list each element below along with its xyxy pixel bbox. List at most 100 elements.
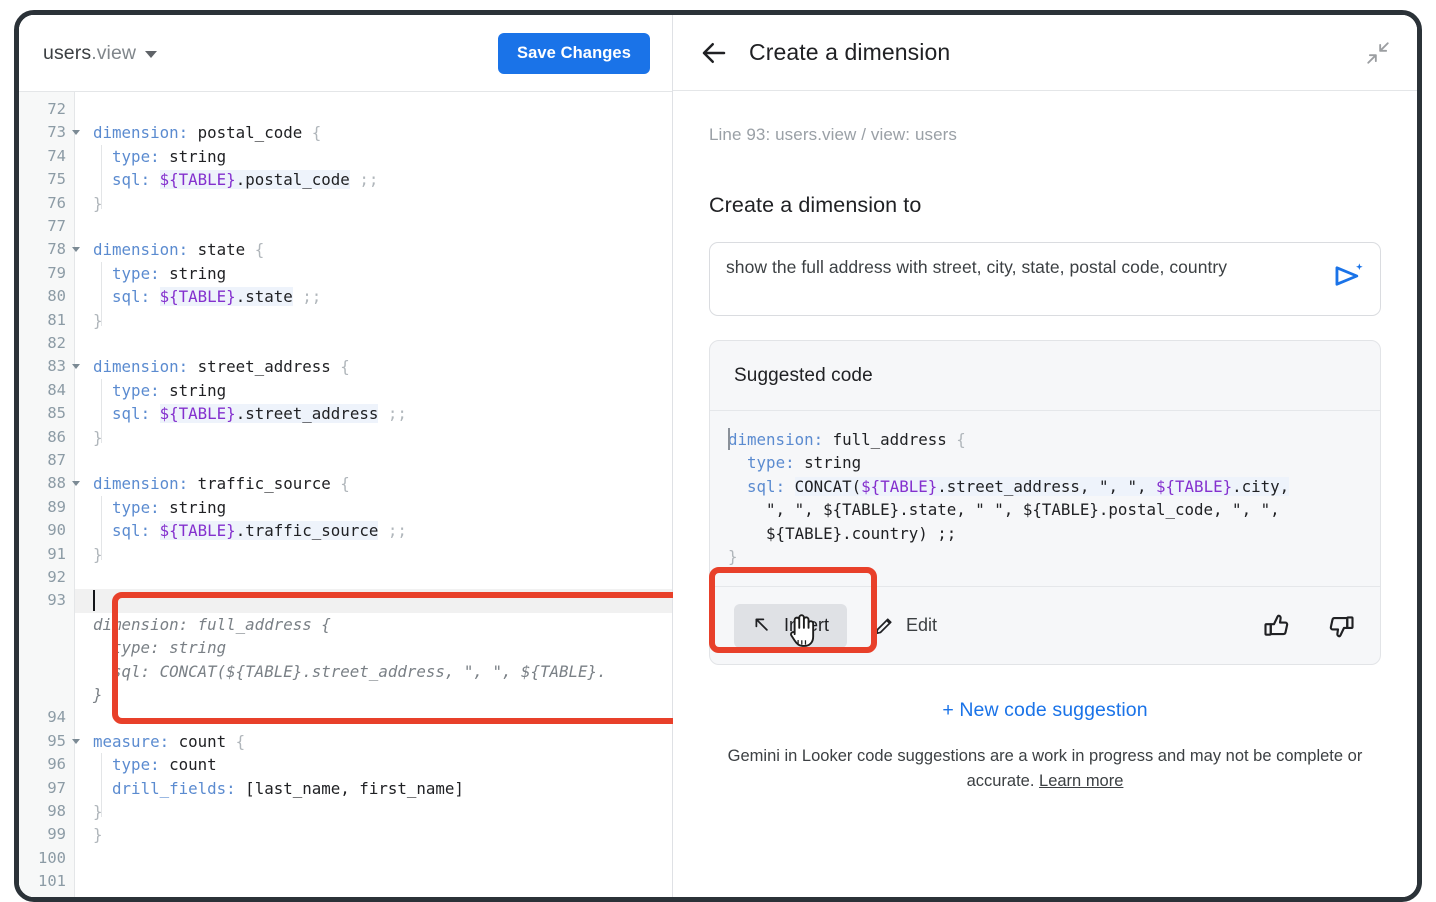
panel-body: Line 93: users.view / view: users Create…: [673, 91, 1417, 897]
indent-guide: [101, 262, 102, 326]
app-window-frame: users.view Save Changes 7273747576777879…: [14, 10, 1422, 902]
inline-ghost-suggestion-line: sql: CONCAT(${TABLE}.street_address, ", …: [93, 660, 607, 683]
suggested-code-header: Suggested code: [710, 341, 1380, 411]
line-number: 91: [47, 543, 66, 566]
suggestion-actions: Insert Edit: [710, 586, 1380, 664]
suggested-code-card: Suggested code dimension: full_address {…: [709, 340, 1381, 665]
code-line: measure: count {: [93, 730, 245, 753]
chevron-down-icon: [145, 51, 157, 58]
lookml-editor-pane: users.view Save Changes 7273747576777879…: [19, 15, 673, 897]
learn-more-link[interactable]: Learn more: [1039, 772, 1123, 790]
suggested-code-line: ${TABLE}.country) ;;: [728, 522, 1362, 545]
code-line: dimension: street_address {: [93, 355, 350, 378]
code-editor[interactable]: 7273747576777879808182838485868788899091…: [19, 91, 672, 897]
breadcrumb: Line 93: users.view / view: users: [709, 125, 1381, 145]
line-number: 90: [47, 519, 66, 542]
line-number: 89: [47, 496, 66, 519]
code-line: type: string: [93, 262, 226, 285]
insert-button-label: Insert: [784, 615, 829, 636]
code-area[interactable]: dimension: postal_code { type: string sq…: [75, 92, 672, 897]
code-line: type: string: [93, 379, 226, 402]
line-number: 95: [47, 730, 66, 753]
suggested-code-line: ", ", ${TABLE}.state, " ", ${TABLE}.post…: [728, 498, 1362, 521]
line-number: 99: [47, 823, 66, 846]
line-number: 88: [47, 472, 66, 495]
indent-guide: [101, 753, 102, 817]
line-number: 81: [47, 309, 66, 332]
new-code-suggestion-link[interactable]: + New code suggestion: [709, 699, 1381, 722]
suggested-code-line: sql: CONCAT(${TABLE}.street_address, ", …: [728, 475, 1362, 498]
line-number: 76: [47, 192, 66, 215]
indent-guide: [101, 145, 102, 209]
text-cursor: [93, 590, 95, 611]
panel-title: Create a dimension: [749, 39, 950, 66]
code-line: dimension: postal_code {: [93, 121, 321, 144]
line-number: 92: [47, 566, 66, 589]
inline-ghost-suggestion-line: type: string: [93, 636, 226, 659]
line-number: 79: [47, 262, 66, 285]
feedback-controls: [1262, 611, 1356, 641]
line-number-gutter: 7273747576777879808182838485868788899091…: [19, 92, 75, 897]
suggested-code-line: type: string: [728, 451, 1362, 474]
file-name: users.view: [43, 42, 136, 65]
file-selector[interactable]: users.view: [43, 42, 157, 65]
section-title: Create a dimension to: [709, 193, 1381, 218]
line-number: 77: [47, 215, 66, 238]
line-number: 96: [47, 753, 66, 776]
line-number: 97: [47, 777, 66, 800]
line-number: 73: [47, 121, 66, 144]
line-number: 84: [47, 379, 66, 402]
line-number: 83: [47, 355, 66, 378]
insert-arrow-icon: [752, 615, 773, 636]
code-line: sql: ${TABLE}.postal_code ;;: [93, 168, 378, 191]
line-number: 94: [47, 706, 66, 729]
code-line: sql: ${TABLE}.street_address ;;: [93, 402, 407, 425]
indent-guide: [101, 379, 102, 443]
prompt-input[interactable]: show the full address with street, city,…: [709, 242, 1381, 316]
insert-button[interactable]: Insert: [734, 604, 847, 648]
line-number: 93: [47, 589, 66, 612]
line-number: 101: [38, 870, 66, 893]
panel-header: Create a dimension: [673, 15, 1417, 91]
line-number: 78: [47, 238, 66, 261]
pencil-icon: [873, 615, 895, 637]
suggested-code-line: }: [728, 545, 1362, 568]
gemini-assistant-panel: Create a dimension Line 93: users.view /…: [673, 15, 1417, 897]
collapse-diagonal-icon[interactable]: [1365, 40, 1391, 66]
send-sparkle-icon[interactable]: [1332, 259, 1366, 293]
prompt-input-value[interactable]: show the full address with street, city,…: [726, 256, 1332, 278]
code-line: dimension: traffic_source {: [93, 472, 350, 495]
line-number: 98: [47, 800, 66, 823]
thumb-up-icon[interactable]: [1262, 611, 1292, 641]
code-line: dimension: state {: [93, 238, 264, 261]
code-line: sql: ${TABLE}.traffic_source ;;: [93, 519, 407, 542]
line-number: 80: [47, 285, 66, 308]
line-number: 75: [47, 168, 66, 191]
editor-toolbar: users.view Save Changes: [19, 15, 672, 91]
disclaimer-text: Gemini in Looker code suggestions are a …: [709, 744, 1381, 794]
suggested-code-line: dimension: full_address {: [728, 428, 1362, 451]
line-number: 87: [47, 449, 66, 472]
code-indent-marker: [728, 428, 730, 450]
code-line: }: [93, 823, 103, 846]
active-line-highlight: [75, 589, 672, 612]
line-number: 85: [47, 402, 66, 425]
inline-ghost-suggestion-line: dimension: full_address {: [93, 613, 331, 636]
arrow-left-icon[interactable]: [699, 38, 729, 68]
code-line: drill_fields: [last_name, first_name]: [93, 777, 464, 800]
code-line: sql: ${TABLE}.state ;;: [93, 285, 321, 308]
thumb-down-icon[interactable]: [1326, 611, 1356, 641]
save-changes-button[interactable]: Save Changes: [498, 33, 650, 74]
code-line: type: count: [93, 753, 217, 776]
edit-button[interactable]: Edit: [859, 604, 951, 648]
line-number: 100: [38, 847, 66, 870]
indent-guide: [101, 496, 102, 560]
edit-button-label: Edit: [906, 615, 937, 636]
suggested-code-block: dimension: full_address { type: string s…: [710, 411, 1380, 586]
code-line: type: string: [93, 496, 226, 519]
line-number: 74: [47, 145, 66, 168]
inline-ghost-suggestion-line: }: [93, 683, 103, 706]
line-number: 82: [47, 332, 66, 355]
line-number: 86: [47, 426, 66, 449]
line-number: 72: [47, 98, 66, 121]
